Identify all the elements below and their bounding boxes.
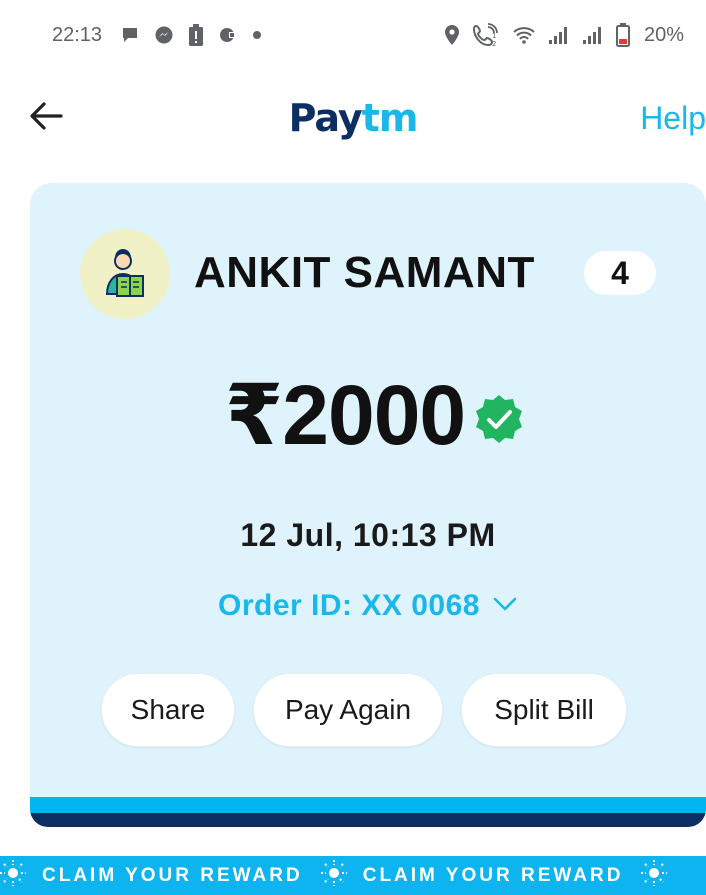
share-button[interactable]: Share xyxy=(101,673,235,747)
svg-text:2: 2 xyxy=(492,40,496,47)
chevron-down-icon xyxy=(492,596,518,617)
header: Paytm Help xyxy=(0,82,706,154)
messenger-icon xyxy=(154,25,174,45)
status-left: 22:13 xyxy=(52,24,262,47)
signal-icon xyxy=(548,25,570,45)
status-time: 22:13 xyxy=(52,23,103,46)
wifi-icon xyxy=(512,25,536,45)
claim-reward-text: CLAIM YOUR REWARD xyxy=(362,864,624,886)
avatar xyxy=(80,229,170,319)
chat-bubble-icon xyxy=(120,25,140,45)
reward-item xyxy=(637,858,671,893)
amount-row: ₹2000 xyxy=(30,367,706,463)
paytm-logo: Paytm xyxy=(0,96,706,140)
signal-icon-2 xyxy=(582,25,604,45)
card-stripe-dark xyxy=(30,813,706,827)
reward-item: CLAIM YOUR REWARD xyxy=(0,858,303,893)
transaction-count-badge[interactable]: 4 xyxy=(584,251,656,295)
split-bill-button[interactable]: Split Bill xyxy=(461,673,627,747)
svg-text:1: 1 xyxy=(492,32,496,40)
transaction-card: ANKIT SAMANT 4 ₹2000 12 Jul, 10:13 PM Or… xyxy=(30,183,706,827)
reward-item: CLAIM YOUR REWARD xyxy=(317,858,624,893)
amount: ₹2000 xyxy=(224,368,466,462)
order-id: Order ID: XX 0068 xyxy=(218,589,480,622)
location-icon xyxy=(444,24,460,46)
app-notification-icon xyxy=(218,25,238,45)
card-stripe-light xyxy=(30,797,706,813)
help-link[interactable]: Help xyxy=(640,100,706,137)
verified-check-icon xyxy=(473,393,525,445)
dot-icon xyxy=(252,30,262,40)
sparkle-icon xyxy=(317,858,351,893)
status-bar: 22:13 12 20% xyxy=(0,0,706,70)
status-right: 12 20% xyxy=(444,23,684,47)
logo-pay-text: Pay xyxy=(288,96,363,140)
transaction-datetime: 12 Jul, 10:13 PM xyxy=(240,517,496,553)
payee-name: ANKIT SAMANT xyxy=(194,248,535,297)
logo-tm-text: tm xyxy=(361,96,419,140)
sparkle-icon xyxy=(0,858,30,893)
sparkle-icon xyxy=(637,858,671,893)
claim-reward-text: CLAIM YOUR REWARD xyxy=(42,864,303,886)
pay-again-button[interactable]: Pay Again xyxy=(253,673,443,747)
person-reading-icon xyxy=(97,244,153,305)
wifi-calling-icon: 12 xyxy=(472,23,500,47)
action-buttons: Share Pay Again Split Bill xyxy=(30,673,706,747)
order-id-toggle[interactable]: Order ID: XX 0068 xyxy=(30,589,706,623)
battery-saver-icon xyxy=(188,24,204,46)
battery-icon xyxy=(615,23,630,47)
battery-percent: 20% xyxy=(643,23,684,46)
claim-reward-banner[interactable]: CLAIM YOUR REWARD CLAIM YOUR REWARD xyxy=(0,856,706,895)
